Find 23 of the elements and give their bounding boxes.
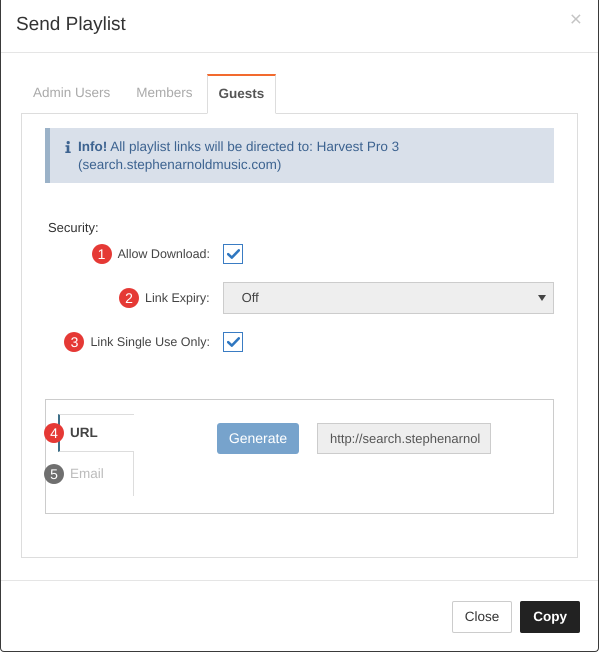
close-button[interactable]: Close — [452, 601, 512, 633]
number-badge: 1 — [92, 244, 112, 264]
field-label: Allow Download: — [118, 246, 210, 263]
number-badge: 4 — [44, 423, 64, 443]
side-tab[interactable]: URL — [58, 414, 134, 452]
info-text: Info! All playlist links will be directed to: Harvest Pro 3 (search.stephenarnoldmusic.com) — [78, 138, 400, 174]
number-badge: 5 — [44, 464, 64, 484]
copy-button[interactable]: Copy — [520, 601, 580, 633]
check-icon — [226, 337, 240, 347]
info-icon — [65, 141, 71, 153]
number-badge: 3 — [64, 332, 84, 352]
field-label: Link Single Use Only: — [90, 334, 210, 351]
checkbox[interactable] — [223, 332, 243, 352]
number-badge: 2 — [119, 288, 140, 308]
tab[interactable]: Guests — [206, 74, 276, 114]
url-field[interactable]: http://search.stephenarnol — [317, 423, 491, 454]
section-heading: Security: — [48, 220, 99, 236]
dialog-title: Send Playlist — [16, 13, 126, 37]
field-label: Link Expiry: — [145, 290, 210, 307]
expiry-select[interactable]: Off — [222, 282, 554, 314]
caret-icon — [538, 295, 546, 301]
checkbox[interactable] — [223, 244, 243, 264]
check-icon — [226, 249, 240, 259]
